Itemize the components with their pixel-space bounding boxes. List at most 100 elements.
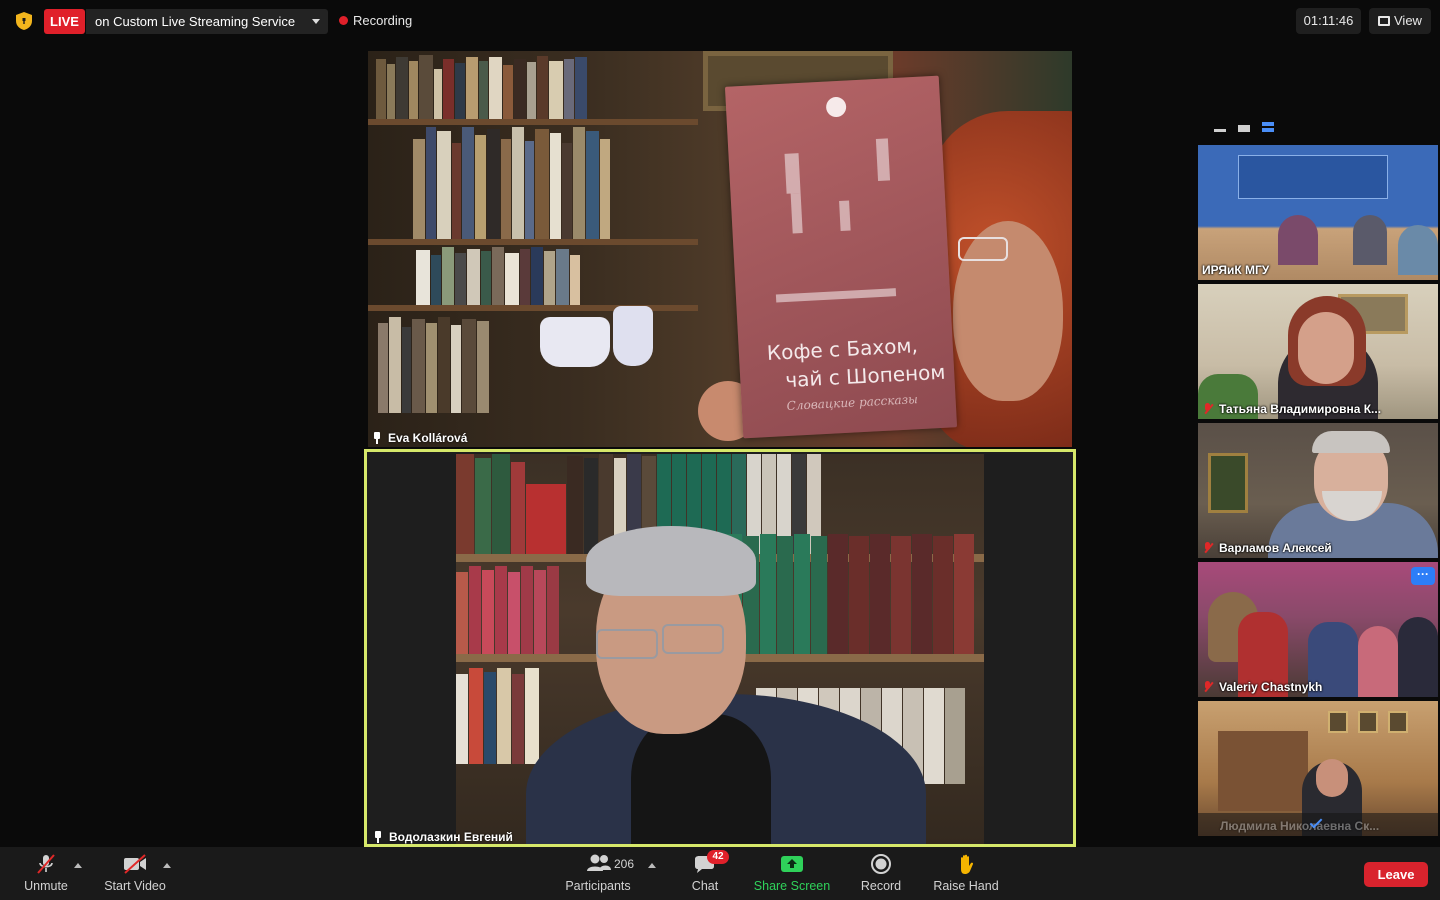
view-button[interactable]: View [1369, 8, 1431, 34]
unmute-label: Unmute [24, 879, 68, 893]
picture-frame-decor [1328, 711, 1348, 733]
participants-options-chevron-icon[interactable] [648, 863, 656, 868]
record-label: Record [860, 879, 902, 893]
book-cover-figure [775, 288, 897, 303]
thumbnail-tile[interactable]: Варламов Алексей [1198, 423, 1438, 558]
participant-name: Водолазкин Евгений [389, 830, 513, 844]
thumbnail-tile[interactable]: Людмила Николаевна Ск... [1198, 701, 1438, 836]
book-title-line2: чай с Шопеном [784, 359, 946, 393]
book-cover-figure [790, 193, 803, 234]
mic-muted-icon [1202, 681, 1214, 693]
participant-name-tag: Водолазкин Евгений [372, 830, 513, 844]
book-cover-moon [825, 96, 847, 118]
chat-button[interactable]: 42 Chat [684, 847, 729, 900]
picture-frame-decor [1358, 711, 1378, 733]
book-row [456, 562, 560, 662]
minimize-layout-icon[interactable] [1214, 129, 1226, 132]
participants-icon [587, 854, 611, 871]
live-badge[interactable]: LIVE [44, 9, 85, 34]
start-video-button[interactable]: Start Video [100, 847, 170, 900]
meeting-timer: 01:11:46 [1296, 8, 1361, 34]
gallery-strip-layout-icon[interactable] [1262, 122, 1274, 126]
audio-options-chevron-icon[interactable] [74, 863, 82, 868]
thumbnail-tile[interactable]: ··· Valeriy Chastnykh [1198, 562, 1438, 697]
mic-muted-icon [1202, 542, 1214, 554]
speaker-video-feed [456, 454, 984, 844]
picture-frame-decor [1388, 711, 1408, 733]
recording-dot-icon [339, 16, 348, 25]
book-row [413, 121, 611, 239]
raise-hand-button[interactable]: Raise Hand [928, 847, 1004, 900]
participant-name: Татьяна Владимировна К... [1219, 402, 1382, 416]
recording-label[interactable]: Recording [353, 13, 412, 28]
book-subtitle: Словацкие рассказы [786, 392, 919, 414]
participant-name-tag: Eva Kollárová [371, 431, 467, 445]
speaker-glasses [662, 624, 724, 654]
person-hair [1312, 431, 1390, 453]
leave-button[interactable]: Leave [1364, 862, 1428, 887]
thumbnail-name-tag: ИРЯиК МГУ [1202, 263, 1269, 277]
person-figure [1358, 626, 1398, 697]
raise-hand-icon [961, 854, 974, 874]
person-figure [1398, 617, 1438, 697]
presenter-glasses [958, 237, 1008, 261]
book-cover-figure [784, 153, 801, 194]
video-tile-main-top[interactable]: Кофе с Бахом, чай с Шопеном Словацкие ра… [368, 51, 1072, 447]
chat-label: Chat [691, 879, 719, 893]
person-face [1298, 312, 1354, 384]
raise-hand-label: Raise Hand [933, 879, 999, 893]
speaker-strip-layout-icon[interactable] [1238, 125, 1250, 132]
speaker-glasses [596, 629, 658, 659]
backdrop-banner [1238, 155, 1388, 199]
thumbnail-tile[interactable]: Татьяна Владимировна К... [1198, 284, 1438, 419]
security-shield-icon[interactable] [16, 12, 32, 30]
gallery-layout-switcher [1212, 122, 1282, 134]
stream-target-label: on Custom Live Streaming Service [95, 14, 296, 29]
book-cover-figure [875, 138, 891, 181]
live-stream-dropdown[interactable]: on Custom Live Streaming Service [86, 9, 328, 34]
share-screen-label: Share Screen [753, 879, 831, 893]
participant-name: Варламов Алексей [1219, 541, 1332, 555]
share-screen-button[interactable]: Share Screen [750, 847, 834, 900]
participants-button[interactable]: 206 Participants [562, 847, 634, 900]
book-row [456, 664, 540, 764]
start-video-label: Start Video [104, 879, 166, 893]
person-figure [1353, 215, 1387, 265]
chevron-down-icon [312, 19, 320, 24]
speaker-hair [586, 526, 756, 596]
participant-name: Eva Kollárová [388, 431, 468, 445]
gallery-strip-layout-icon-lower [1262, 128, 1274, 132]
video-off-icon [124, 854, 146, 874]
speaker-shirt [631, 714, 771, 844]
held-book: Кофе с Бахом, чай с Шопеном Словацкие ра… [724, 75, 958, 439]
person-figure [1278, 215, 1318, 265]
person-face [1316, 759, 1348, 797]
video-options-chevron-icon[interactable] [163, 863, 171, 868]
record-icon [871, 854, 891, 874]
mic-muted-icon [37, 854, 55, 874]
grid-view-icon [1378, 16, 1390, 26]
cabinet-decor [1218, 731, 1308, 811]
unmute-button[interactable]: Unmute [18, 847, 74, 900]
china-pitcher-decor [540, 317, 610, 367]
book-title-line1: Кофе с Бахом, [766, 333, 919, 365]
chat-unread-badge: 42 [707, 850, 729, 864]
more-options-button[interactable]: ··· [1411, 567, 1435, 585]
book-row [378, 313, 490, 413]
book-row [376, 53, 588, 119]
thumbnail-name-tag: Татьяна Владимировна К... [1202, 402, 1381, 416]
pin-icon [371, 432, 383, 444]
top-bar: LIVE on Custom Live Streaming Service Re… [0, 0, 1440, 42]
book-row [416, 245, 581, 305]
video-tile-active-speaker[interactable]: Водолазкин Евгений [364, 449, 1076, 847]
thumbnail-tile[interactable]: ИРЯиК МГУ [1198, 145, 1438, 280]
participants-count: 206 [614, 857, 635, 871]
record-button[interactable]: Record [856, 847, 906, 900]
picture-frame-decor [1208, 453, 1248, 513]
china-vase-decor [613, 306, 653, 366]
pin-icon [372, 831, 384, 843]
book-row [726, 534, 975, 654]
thumbnail-name-tag: Варламов Алексей [1202, 541, 1332, 555]
view-label: View [1394, 13, 1422, 28]
thumbnail-name-tag: Valeriy Chastnykh [1202, 680, 1322, 694]
